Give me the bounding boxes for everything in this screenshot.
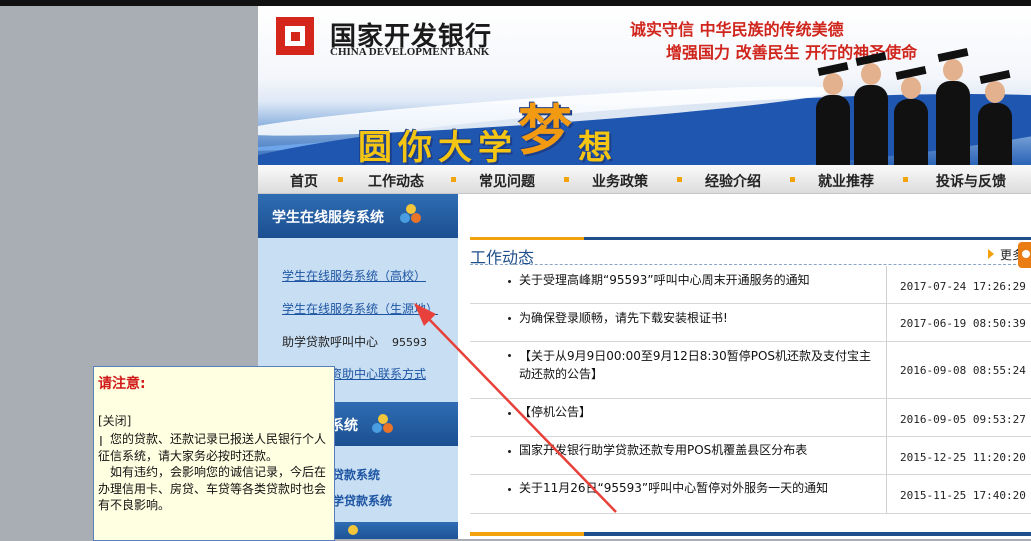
nav-news[interactable]: 工作动态: [368, 171, 424, 191]
nav-faq[interactable]: 常见问题: [479, 171, 535, 191]
nav-separator: [903, 177, 908, 182]
bullet: [508, 412, 511, 415]
more-arrow-icon: [988, 249, 994, 259]
bullet: [508, 317, 511, 320]
nav-complaints[interactable]: 投诉与反馈: [936, 171, 1006, 191]
banner-text-c: 想: [578, 128, 618, 165]
people-icon: [400, 204, 422, 226]
side-float-tab-icon[interactable]: [1018, 242, 1031, 268]
bullet: [508, 488, 511, 491]
hotline-info: 助学贷款呼叫中心 95593: [282, 333, 427, 350]
news-item-date: 2015-11-25 17:40:20: [900, 489, 1026, 502]
news-item-date: 2016-09-08 08:55:24: [900, 364, 1026, 377]
news-row: 【停机公告】 2016-09-05 09:53:27: [470, 398, 1031, 437]
news-item-title[interactable]: 关于受理高峰期“95593”呼叫中心周末开通服务的通知: [519, 271, 879, 289]
people-icon: [342, 525, 364, 539]
bullet: [508, 450, 511, 453]
banner-text-a: 圆你大学: [358, 128, 518, 165]
nav-jobs[interactable]: 就业推荐: [818, 171, 874, 191]
bank-name-en: CHINA DEVELOPMENT BANK: [330, 46, 490, 58]
column-separator: [886, 266, 887, 303]
news-item-date: 2016-09-05 09:53:27: [900, 413, 1026, 426]
column-separator: [886, 474, 887, 513]
bank-logo-icon[interactable]: [276, 17, 314, 55]
news-item-date: 2017-06-19 08:50:39: [900, 317, 1026, 330]
news-header-line: [470, 237, 1031, 240]
popup-paragraph: 如有违约，会影响您的诚信记录，今后在办理信用卡、房贷、车贷等各类贷款时也会有不良…: [98, 465, 327, 512]
news-item-date: 2015-12-25 11:20:20: [900, 451, 1026, 464]
graduates-illustration: [806, 47, 1031, 165]
banner-text-b: 梦: [518, 98, 578, 162]
popup-body: 您的贷款、还款记录已报送人民银行个人征信系统，请大家务必按时还款。 如有违约，会…: [98, 431, 332, 514]
news-item-title[interactable]: 国家开发银行助学贷款还款专用POS机覆盖县区分布表: [519, 441, 879, 459]
nav-separator: [790, 177, 795, 182]
popup-paragraph: 您的贷款、还款记录已报送人民银行个人征信系统，请大家务必按时还款。: [98, 432, 327, 463]
news-item-title[interactable]: 为确保登录顺畅，请先下载安装根证书!: [519, 309, 879, 327]
column-separator: [886, 341, 887, 398]
sidebar-section-header: 学生在线服务系统: [258, 194, 458, 238]
news-footer-line: [470, 532, 1031, 536]
hotline-number: 95593: [392, 336, 428, 349]
news-row: 为确保登录顺畅，请先下载安装根证书! 2017-06-19 08:50:39: [470, 303, 1031, 342]
news-item-date: 2017-07-24 17:26:29: [900, 280, 1026, 293]
bullet: [508, 280, 511, 283]
nav-policy[interactable]: 业务政策: [592, 171, 648, 191]
bullet: [508, 354, 511, 357]
sidebar-section-title: 学生在线服务系统: [272, 210, 384, 226]
nav-experience[interactable]: 经验介绍: [705, 171, 761, 191]
news-row: 关于11月26日“95593”呼叫中心暂停对外服务一天的通知 2015-11-2…: [470, 474, 1031, 514]
column-separator: [886, 398, 887, 436]
sidebar-link-student-loan-system[interactable]: 学贷款系统: [332, 492, 392, 509]
slogan-line-1: 诚实守信 中华民族的传统美德: [630, 20, 844, 39]
column-separator: [886, 303, 887, 341]
column-separator: [886, 436, 887, 474]
news-item-title[interactable]: 关于11月26日“95593”呼叫中心暂停对外服务一天的通知: [519, 479, 879, 497]
nav-separator: [677, 177, 682, 182]
sidebar-link-college[interactable]: 学生在线服务系统（高校）: [282, 267, 426, 284]
banner-dream-title: 圆你大学梦想: [358, 96, 618, 165]
news-row: 国家开发银行助学贷款还款专用POS机覆盖县区分布表 2015-12-25 11:…: [470, 436, 1031, 475]
nav-separator: [451, 177, 456, 182]
popup-close-link[interactable]: [关闭]: [98, 412, 131, 429]
nav-home[interactable]: 首页: [290, 171, 318, 191]
news-row: 关于受理高峰期“95593”呼叫中心周末开通服务的通知 2017-07-24 1…: [470, 266, 1031, 304]
nav-separator: [564, 177, 569, 182]
sidebar-link-loan-system[interactable]: 贷款系统: [332, 466, 380, 483]
people-icon: [372, 414, 394, 436]
sidebar-link-origin[interactable]: 学生在线服务系统（生源地）: [282, 300, 438, 317]
news-item-title[interactable]: 【关于从9月9日00:00至9月12日8:30暂停POS机还款及支付宝主动还款的…: [519, 347, 879, 383]
nav-separator: [338, 177, 343, 182]
news-divider: [470, 264, 1031, 265]
popup-title: 请注意:: [98, 376, 146, 392]
web-page: 国家开发银行 CHINA DEVELOPMENT BANK 诚实守信 中华民族的…: [258, 6, 1031, 539]
news-row: 【关于从9月9日00:00至9月12日8:30暂停POS机还款及支付宝主动还款的…: [470, 341, 1031, 399]
main-nav: 首页 工作动态 常见问题 业务政策 经验介绍 就业推荐 投诉与反馈: [258, 165, 1031, 194]
header-banner: 国家开发银行 CHINA DEVELOPMENT BANK 诚实守信 中华民族的…: [258, 6, 1031, 165]
news-item-title[interactable]: 【停机公告】: [519, 403, 879, 421]
hotline-label: 助学贷款呼叫中心: [282, 335, 379, 349]
text-cursor-icon: I: [99, 435, 103, 450]
notice-popup: 请注意: [关闭] 您的贷款、还款记录已报送人民银行个人征信系统，请大家务必按时…: [93, 366, 335, 541]
